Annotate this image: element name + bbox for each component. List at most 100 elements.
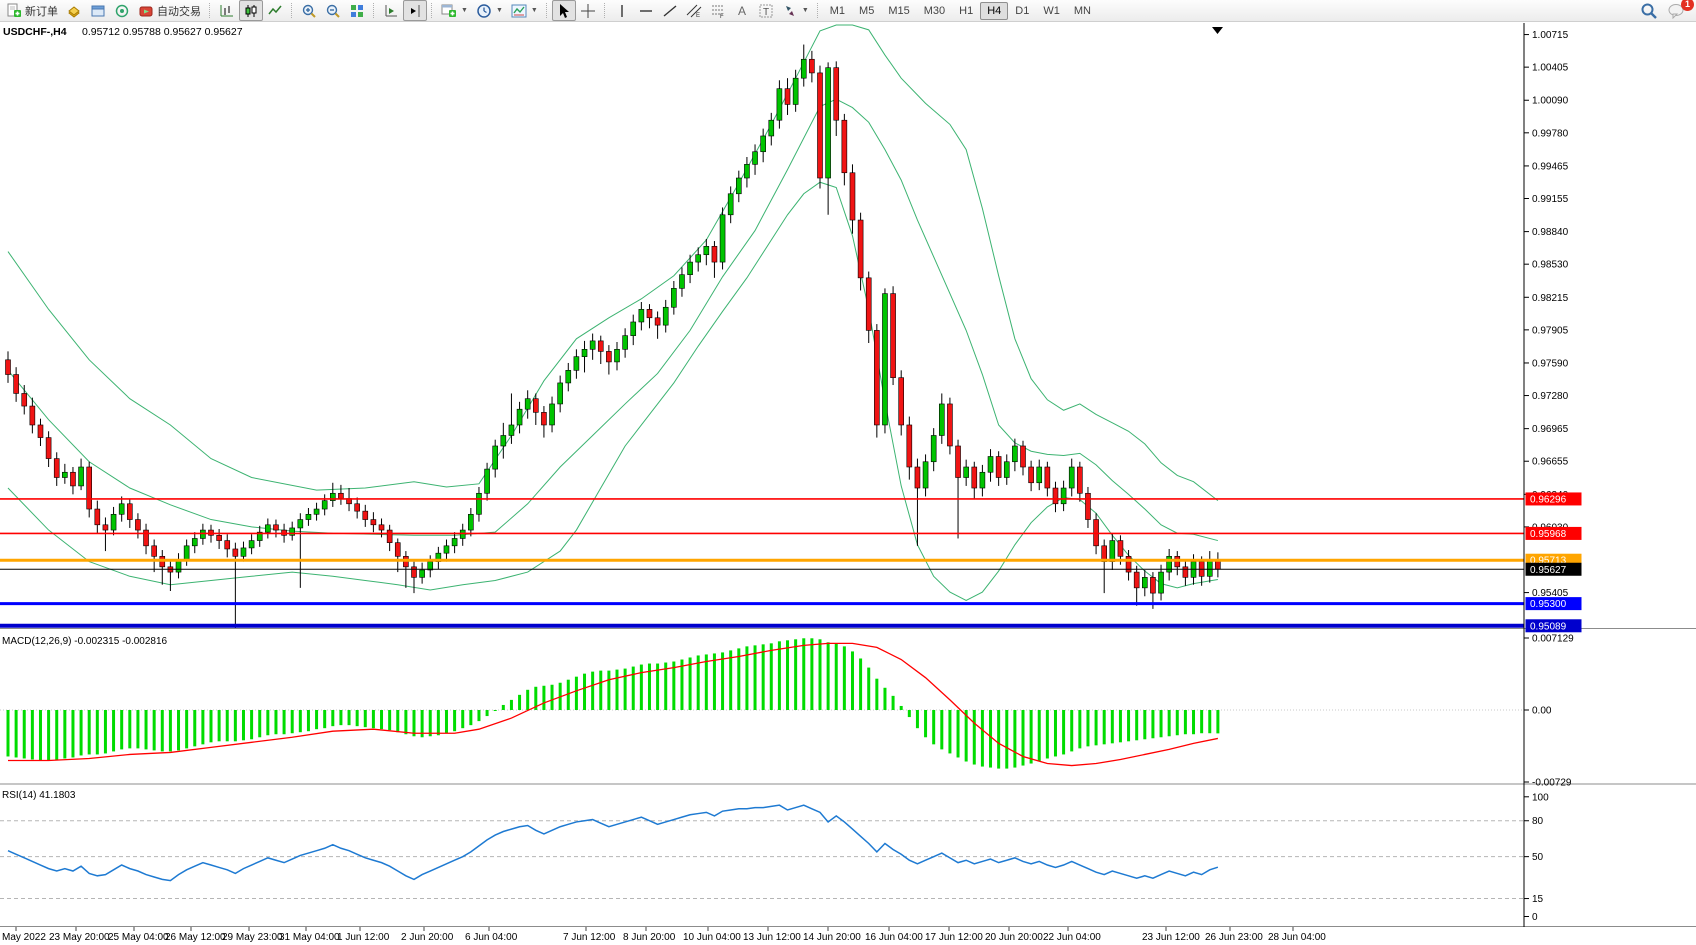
price-tick-label: 1.00715 — [1532, 30, 1569, 41]
time-axis-label: 17 Jun 12:00 — [925, 932, 983, 943]
candle — [420, 570, 425, 577]
candle — [501, 435, 506, 446]
candle — [850, 173, 855, 220]
candles-chart-button[interactable] — [239, 0, 263, 21]
candle — [1142, 577, 1147, 588]
candle — [996, 456, 1001, 477]
candle — [858, 220, 863, 278]
cursor-icon — [556, 3, 572, 19]
data-window-button[interactable] — [86, 0, 110, 21]
candle — [460, 530, 465, 538]
zoom-out-button[interactable] — [321, 0, 345, 21]
chevron-down-icon: ▼ — [802, 7, 809, 14]
candle — [566, 370, 571, 383]
candles-chart-icon — [243, 3, 259, 19]
timeframe-h1-button[interactable]: H1 — [952, 2, 980, 20]
text-button[interactable]: A — [730, 0, 754, 21]
timeframe-h4-button[interactable]: H4 — [980, 2, 1008, 20]
crosshair-button[interactable] — [576, 0, 600, 21]
timeframe-m1-button[interactable]: M1 — [823, 2, 852, 20]
timeframe-w1-button[interactable]: W1 — [1036, 2, 1067, 20]
signals-button[interactable] — [110, 0, 134, 21]
candle — [371, 520, 376, 525]
price-tick-label: 0.99155 — [1532, 194, 1569, 205]
autotrading-button[interactable]: 自动交易 — [134, 0, 205, 21]
toolbox-button[interactable] — [62, 0, 86, 21]
rsi-scale-label: 100 — [1532, 792, 1549, 803]
candle — [663, 307, 668, 325]
new-chart-button[interactable]: ▼ — [437, 0, 472, 21]
candle — [574, 357, 579, 371]
candle — [558, 383, 563, 404]
text-icon: A — [734, 3, 750, 19]
candle — [696, 255, 701, 262]
equidistant-channel-button[interactable]: E — [682, 0, 706, 21]
line-chart-icon — [267, 3, 283, 19]
chart-canvas[interactable]: USDCHF-,H40.95712 0.95788 0.95627 0.9562… — [0, 0, 1696, 945]
notifications-button[interactable]: 1 — [1668, 3, 1686, 19]
price-badge-label: 0.95089 — [1530, 621, 1567, 632]
timeframe-m15-button[interactable]: M15 — [881, 2, 916, 20]
time-axis-label: 7 Jun 12:00 — [563, 932, 616, 943]
candle — [671, 288, 676, 307]
candle — [598, 341, 603, 352]
rsi-label: RSI(14) 41.1803 — [2, 790, 76, 801]
fibonacci-button[interactable]: F — [706, 0, 730, 21]
candle — [322, 501, 327, 509]
line-chart-button[interactable] — [263, 0, 287, 21]
candle — [111, 514, 116, 530]
candle — [777, 89, 782, 121]
chart-shift-icon — [407, 3, 423, 19]
candle — [550, 404, 555, 425]
candle — [95, 509, 100, 525]
candle — [639, 309, 644, 322]
text-label-button[interactable]: T — [754, 0, 778, 21]
candle — [452, 538, 457, 545]
price-tick-label: 0.98840 — [1532, 227, 1569, 238]
chevron-down-icon: ▼ — [461, 7, 468, 14]
trendline-button[interactable] — [658, 0, 682, 21]
vertical-line-button[interactable] — [610, 0, 634, 21]
notification-count-badge: 1 — [1681, 0, 1694, 11]
candle — [1150, 577, 1155, 593]
bars-chart-button[interactable] — [215, 0, 239, 21]
candle — [1069, 467, 1074, 488]
candle — [412, 567, 417, 578]
toolbar-separator — [209, 3, 211, 18]
search-icon[interactable] — [1640, 2, 1658, 20]
candle — [882, 294, 887, 425]
candle — [947, 404, 952, 446]
candle — [736, 178, 741, 194]
mt4-window: 新订单 自动交易 — [0, 0, 1696, 945]
arrows-button[interactable]: ▼ — [778, 0, 813, 21]
time-axis-label: 23 May 20:00 — [49, 932, 110, 943]
candle — [46, 438, 51, 459]
periods-button[interactable]: ▼ — [472, 0, 507, 21]
candle — [54, 459, 59, 478]
auto-scroll-button[interactable] — [379, 0, 403, 21]
candle — [144, 530, 149, 546]
candle — [517, 409, 522, 425]
chart-shift-button[interactable] — [403, 0, 427, 21]
candle — [679, 275, 684, 289]
cursor-button[interactable] — [552, 0, 576, 21]
toolbar-separator — [546, 3, 548, 18]
toolbar-separator — [604, 3, 606, 18]
timeframe-m30-button[interactable]: M30 — [917, 2, 952, 20]
zoom-in-button[interactable] — [297, 0, 321, 21]
indicators-button[interactable]: ▼ — [507, 0, 542, 21]
candle — [485, 469, 490, 493]
time-axis-label: 13 Jun 12:00 — [743, 932, 801, 943]
tile-windows-button[interactable] — [345, 0, 369, 21]
new-order-button[interactable]: 新订单 — [2, 0, 62, 21]
timeframe-mn-button[interactable]: MN — [1067, 2, 1098, 20]
horizontal-line-button[interactable] — [634, 0, 658, 21]
candle — [314, 509, 319, 514]
new-order-icon — [6, 3, 22, 19]
price-tick-label: 0.97590 — [1532, 358, 1569, 369]
price-tick-label: 1.00405 — [1532, 63, 1569, 74]
timeframe-d1-button[interactable]: D1 — [1008, 2, 1036, 20]
price-badge-label: 0.95300 — [1530, 599, 1567, 610]
main-toolbar: 新订单 自动交易 — [0, 0, 1696, 22]
timeframe-m5-button[interactable]: M5 — [852, 2, 881, 20]
